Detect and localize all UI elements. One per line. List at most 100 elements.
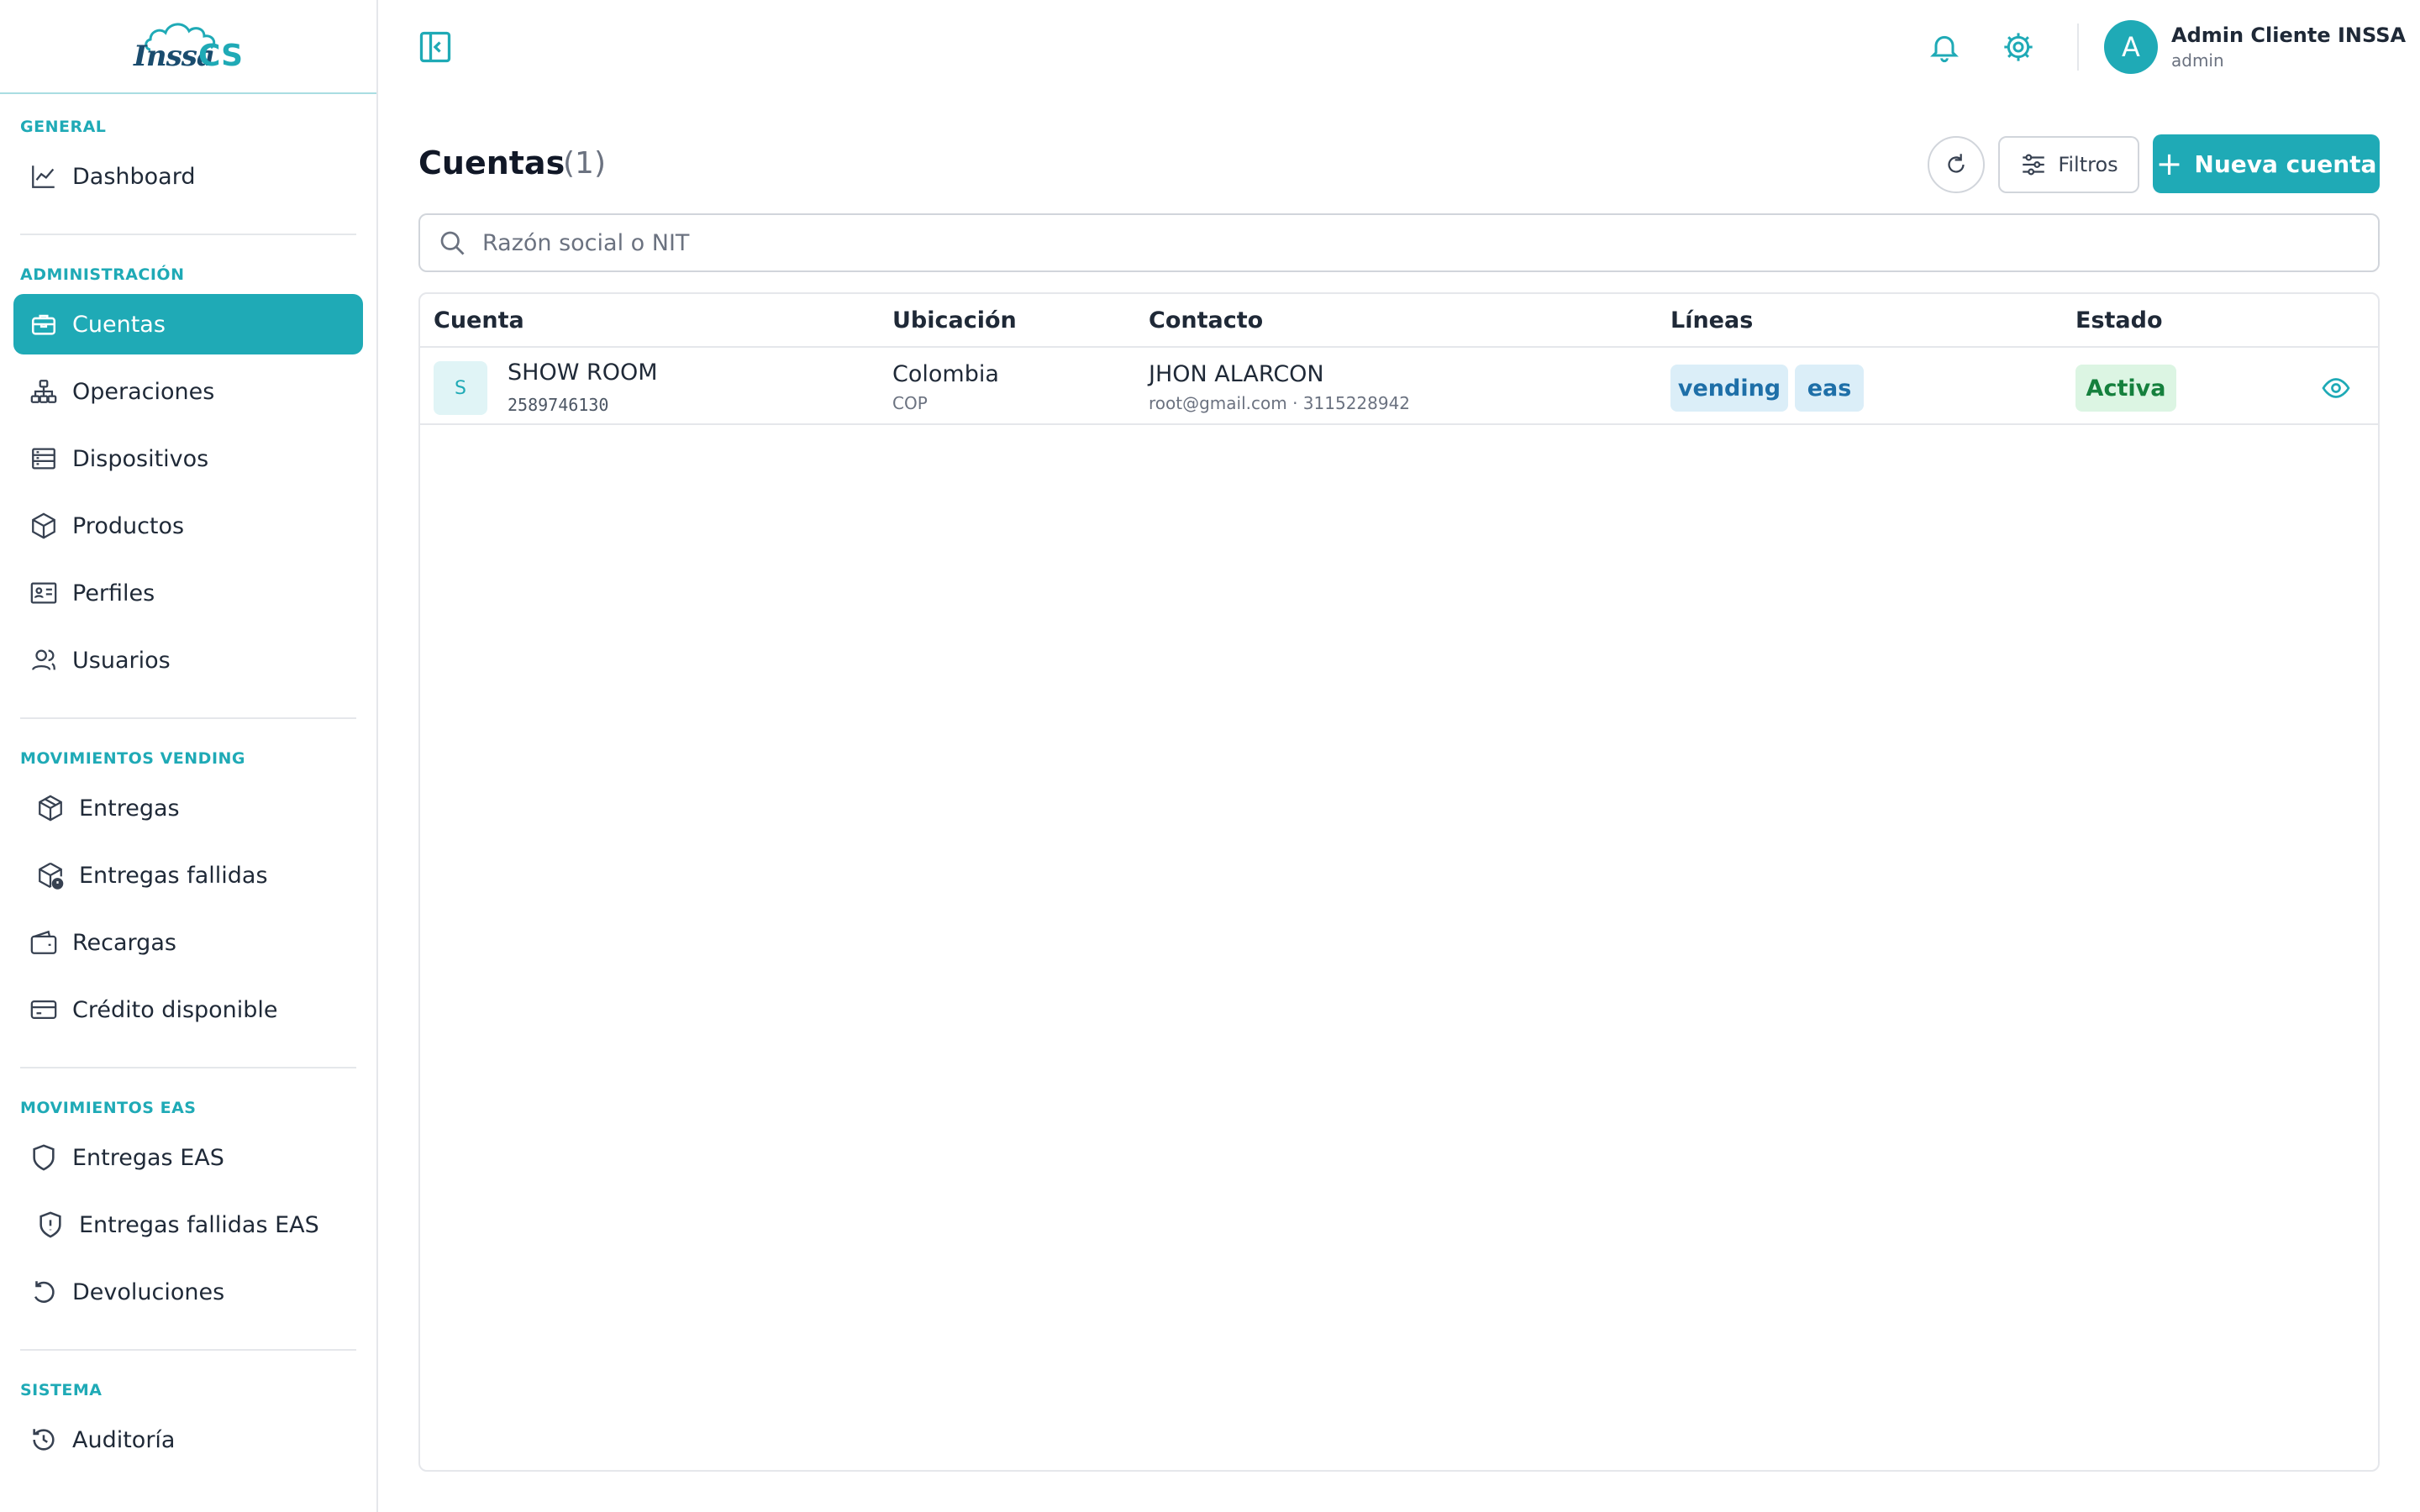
sidebar-item-label: Crédito disponible <box>72 996 278 1023</box>
sidebar-item-operaciones[interactable]: Operaciones <box>13 361 363 422</box>
section-title-movimientos-eas: MOVIMIENTOS EAS <box>20 1099 197 1117</box>
divider <box>20 1349 356 1351</box>
sidebar-item-label: Entregas fallidas EAS <box>79 1211 319 1238</box>
package-icon <box>34 791 67 825</box>
id-card-icon <box>27 576 60 610</box>
location-country: Colombia <box>892 361 999 387</box>
line-tag: eas <box>1795 365 1864 412</box>
notifications-button[interactable] <box>1926 29 1963 66</box>
contact-name: JHON ALARCON <box>1149 361 1324 387</box>
credit-card-icon <box>27 993 60 1026</box>
new-account-label: Nueva cuenta <box>2194 150 2377 178</box>
settings-button[interactable] <box>2000 29 2037 66</box>
line-tag: vending <box>1670 365 1788 412</box>
account-name: SHOW ROOM <box>508 360 658 386</box>
sidebar-item-label: Perfiles <box>72 580 155 606</box>
account-avatar: S <box>434 361 487 415</box>
table-header-divider <box>420 346 2378 348</box>
section-title-general: GENERAL <box>20 118 107 136</box>
column-header-estado[interactable]: Estado <box>2075 307 2163 333</box>
divider <box>20 1067 356 1068</box>
package-alert-icon <box>34 858 67 892</box>
sidebar-item-label: Dispositivos <box>72 445 209 472</box>
sidebar-item-entregas-fallidas[interactable]: Entregas fallidas <box>13 845 363 906</box>
server-icon <box>27 442 60 475</box>
sidebar-item-label: Operaciones <box>72 378 215 405</box>
sidebar-item-label: Entregas EAS <box>72 1144 224 1171</box>
briefcase-icon <box>27 307 60 341</box>
bell-icon <box>1930 35 1959 63</box>
sidebar-item-label: Entregas <box>79 795 180 822</box>
column-header-contacto[interactable]: Contacto <box>1149 307 1263 333</box>
wallet-icon <box>27 926 60 959</box>
sidebar-item-dispositivos[interactable]: Dispositivos <box>13 428 363 489</box>
gear-icon <box>2004 33 2033 61</box>
divider <box>20 234 356 235</box>
sidebar-item-label: Usuarios <box>72 647 171 674</box>
shield-icon <box>27 1141 60 1174</box>
sidebar-item-label: Auditoría <box>72 1426 176 1453</box>
sidebar-toggle-icon <box>419 31 451 63</box>
accounts-table <box>418 292 2380 1472</box>
search-icon <box>440 231 465 255</box>
sidebar-item-credito-disponible[interactable]: Crédito disponible <box>13 979 363 1040</box>
column-header-lineas[interactable]: Líneas <box>1670 307 1753 333</box>
box-icon <box>27 509 60 543</box>
filters-button[interactable]: Filtros <box>1998 136 2139 193</box>
sidebar-item-cuentas[interactable]: Cuentas <box>13 294 363 354</box>
sidebar-item-auditoria[interactable]: Auditoría <box>13 1410 363 1470</box>
plus-icon: + <box>2155 145 2183 182</box>
refresh-button[interactable] <box>1928 136 1985 193</box>
users-icon <box>27 643 60 677</box>
user-name[interactable]: Admin Cliente INSSA <box>2171 24 2406 47</box>
topbar-divider <box>2077 24 2079 71</box>
sidebar-item-entregas[interactable]: Entregas <box>13 778 363 838</box>
refresh-icon <box>1948 154 1965 173</box>
avatar[interactable]: A <box>2104 20 2158 74</box>
status-badge: Activa <box>2075 365 2176 412</box>
sidebar-item-label: Entregas fallidas <box>79 862 268 889</box>
divider <box>20 717 356 719</box>
sidebar-item-productos[interactable]: Productos <box>13 496 363 556</box>
contact-detail: root@gmail.com · 3115228942 <box>1149 393 1411 413</box>
search-bar <box>418 213 2380 272</box>
eye-icon <box>2322 378 2350 398</box>
sitemap-icon <box>27 375 60 408</box>
sidebar: Inssa CS GENERAL Dashboard ADMINISTRACIÓ… <box>0 0 378 1512</box>
row-divider <box>420 423 2378 425</box>
sidebar-item-entregas-eas[interactable]: Entregas EAS <box>13 1127 363 1188</box>
filters-label: Filtros <box>2058 153 2118 176</box>
column-header-cuenta[interactable]: Cuenta <box>434 307 524 333</box>
sidebar-item-usuarios[interactable]: Usuarios <box>13 630 363 690</box>
logo[interactable]: Inssa CS <box>134 16 243 76</box>
location-currency: COP <box>892 393 928 413</box>
account-nit: 2589746130 <box>508 395 609 415</box>
sidebar-item-label: Recargas <box>72 929 176 956</box>
sidebar-item-devoluciones[interactable]: Devoluciones <box>13 1262 363 1322</box>
section-title-sistema: SISTEMA <box>20 1381 103 1399</box>
history-icon <box>27 1423 60 1457</box>
new-account-button[interactable]: + Nueva cuenta <box>2153 134 2380 193</box>
column-header-ubicacion[interactable]: Ubicación <box>892 307 1017 333</box>
sidebar-item-label: Cuentas <box>72 311 166 338</box>
page-title: Cuentas <box>418 144 566 181</box>
logo-suffix: CS <box>197 39 243 73</box>
search-input[interactable] <box>482 229 2331 256</box>
section-title-administracion: ADMINISTRACIÓN <box>20 265 185 284</box>
logo-area: Inssa CS <box>0 0 376 94</box>
sidebar-item-label: Productos <box>72 512 185 539</box>
shield-alert-icon <box>34 1208 67 1242</box>
sidebar-item-label: Dashboard <box>72 163 196 190</box>
record-count: (1) <box>563 146 606 181</box>
user-role: admin <box>2171 50 2224 71</box>
sliders-icon <box>2023 154 2045 176</box>
sidebar-item-dashboard[interactable]: Dashboard <box>13 146 363 207</box>
sidebar-item-perfiles[interactable]: Perfiles <box>13 563 363 623</box>
sidebar-collapse-button[interactable] <box>417 29 454 66</box>
undo-icon <box>27 1275 60 1309</box>
view-button[interactable] <box>2321 373 2351 403</box>
sidebar-item-entregas-fallidas-eas[interactable]: Entregas fallidas EAS <box>13 1194 363 1255</box>
section-title-movimientos-vending: MOVIMIENTOS VENDING <box>20 749 246 768</box>
chart-line-icon <box>27 160 60 193</box>
sidebar-item-recargas[interactable]: Recargas <box>13 912 363 973</box>
